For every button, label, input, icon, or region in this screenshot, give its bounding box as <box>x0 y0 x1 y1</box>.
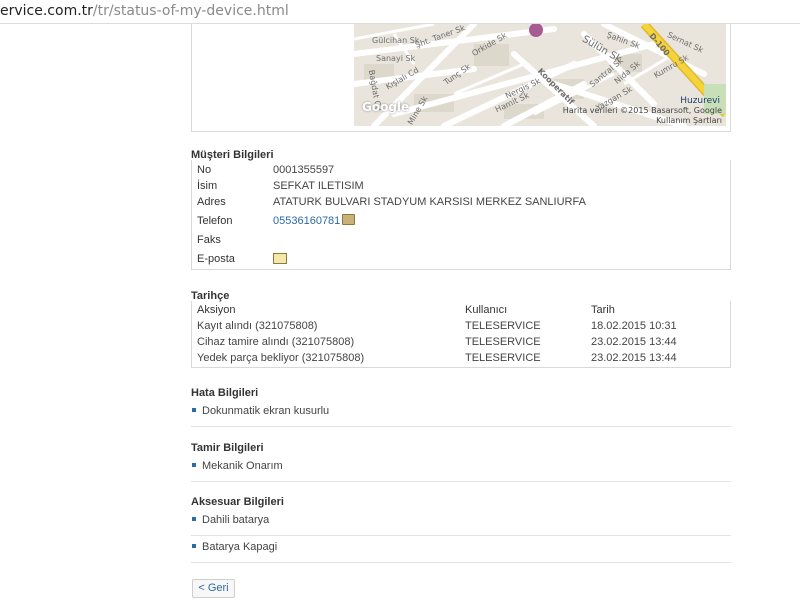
map-street-label: Sanayi Sk <box>376 54 416 63</box>
customer-label: Telefon <box>197 215 233 227</box>
url-path: /tr/status-of-my-device.html <box>92 3 289 19</box>
map-attribution: Harita verileri ©2015 Basarsoft, Google <box>562 106 722 115</box>
customer-label: Adres <box>197 196 226 208</box>
history-action: Yedek parça bekliyor (321075808) <box>197 352 365 364</box>
column-header: Aksiyon <box>197 304 236 316</box>
list-item: Mekanik Onarım <box>191 457 731 482</box>
bullet-icon <box>192 544 196 548</box>
table-header: Aksiyon Kullanıcı Tarih <box>197 302 727 318</box>
customer-value: SEFKAT ILETISIM <box>273 180 364 192</box>
column-header: Tarih <box>591 304 615 316</box>
history-table: Aksiyon Kullanıcı Tarih Kayıt alındı (32… <box>191 301 731 368</box>
history-action: Cihaz tamire alındı (321075808) <box>197 336 355 348</box>
history-date: 23.02.2015 13:44 <box>591 336 677 348</box>
email-icon[interactable] <box>273 253 287 264</box>
phone-link[interactable]: 05536160781 <box>273 213 356 229</box>
history-user: TELESERVICE <box>465 352 541 364</box>
customer-info-box: No 0001355597 İsim SEFKAT ILETISIM Adres… <box>191 160 731 270</box>
bullet-icon <box>192 408 196 412</box>
customer-label: Faks <box>197 234 221 246</box>
list-item: Batarya Kapagi <box>191 538 731 563</box>
back-button[interactable]: < Geri <box>192 579 235 598</box>
column-header: Kullanıcı <box>465 304 508 316</box>
accessory-section-title: Aksesuar Bilgileri <box>191 496 284 508</box>
customer-value: ATATURK BULVARI STADYUM KARSISI MERKEZ S… <box>273 196 586 208</box>
list-item: Dahili batarya <box>191 511 731 536</box>
location-map[interactable]: Gülcihan Sk Sanayi Sk Şht. Taner Sk Kışl… <box>354 24 726 126</box>
customer-label: E-posta <box>197 253 235 265</box>
bullet-icon <box>192 463 196 467</box>
customer-label: İsim <box>197 180 218 192</box>
fault-section-title: Hata Bilgileri <box>191 387 259 399</box>
table-row: Kayıt alındı (321075808) TELESERVICE 18.… <box>197 318 727 334</box>
accessory-item: Dahili batarya <box>202 514 270 526</box>
history-date: 23.02.2015 13:44 <box>591 352 677 364</box>
map-panel: Gülcihan Sk Sanayi Sk Şht. Taner Sk Kışl… <box>191 24 731 132</box>
address-bar[interactable]: ervice.com.tr/tr/status-of-my-device.htm… <box>0 0 800 24</box>
customer-label: No <box>197 164 212 176</box>
phone-number[interactable]: 05536160781 <box>273 215 340 227</box>
table-row: Cihaz tamire alındı (321075808) TELESERV… <box>197 334 727 350</box>
phone-icon[interactable] <box>342 214 356 225</box>
url-host: ervice.com.tr <box>0 3 93 19</box>
map-poi-label: Huzurevi <box>680 96 720 106</box>
map-terms-link[interactable]: Kullanım Şartları <box>656 116 722 125</box>
customer-value: 0001355597 <box>273 164 335 176</box>
bullet-icon <box>192 517 196 521</box>
repair-section-title: Tamir Bilgileri <box>191 442 264 454</box>
repair-item: Mekanik Onarım <box>202 460 283 472</box>
history-user: TELESERVICE <box>465 320 541 332</box>
google-logo: Google <box>362 100 410 114</box>
history-date: 18.02.2015 10:31 <box>591 320 677 332</box>
accessory-item: Batarya Kapagi <box>202 541 278 553</box>
fault-item: Dokunmatik ekran kusurlu <box>202 405 330 417</box>
map-street-label: Gülcihan Sk <box>372 36 420 45</box>
table-row: Yedek parça bekliyor (321075808) TELESER… <box>197 350 727 366</box>
history-user: TELESERVICE <box>465 336 541 348</box>
history-action: Kayıt alındı (321075808) <box>197 320 318 332</box>
list-item: Dokunmatik ekran kusurlu <box>191 402 731 427</box>
